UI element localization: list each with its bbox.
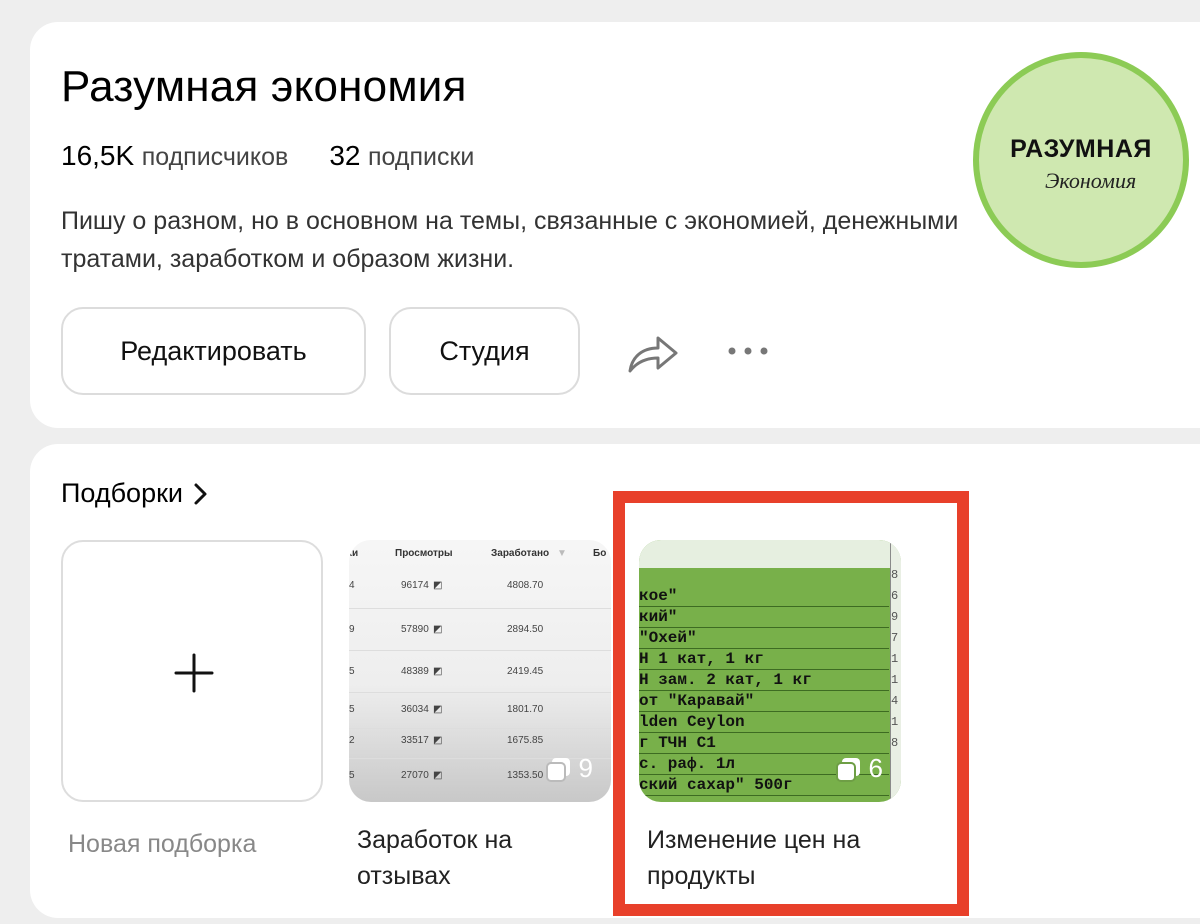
thumb-cell: 57890 xyxy=(401,624,429,635)
thumb-line: Н 1 кат, 1 кг xyxy=(639,649,889,670)
studio-button[interactable]: Студия xyxy=(389,307,580,395)
thumb-side-cell: 7 xyxy=(891,631,899,645)
collections-heading: Подборки xyxy=(61,478,183,508)
thumb-cell: 1675.85 xyxy=(507,735,544,746)
collection-tile-earnings[interactable]: ки Просмотры Заработано ▼ Бо 4 96174 ◩ 4… xyxy=(349,540,611,802)
thumb-cell: 36034 xyxy=(401,704,429,715)
thumb-side-cell: 1 xyxy=(891,673,899,687)
thumb-cell: 33517 xyxy=(401,735,429,746)
thumb-side-cell: 8 xyxy=(891,568,899,582)
subscriptions-label: подписки xyxy=(368,143,475,171)
thumb-line: от "Каравай" xyxy=(639,691,889,712)
channel-stats: 16,5K подписчиков 32 подписки xyxy=(61,140,474,172)
thumb-cell: 1353.50 xyxy=(507,770,544,781)
collections-card: Подборки Новая подборка ки Просмотры Зар… xyxy=(30,444,1200,918)
collections-heading-link[interactable]: Подборки xyxy=(61,478,209,509)
thumb-header-earned: Заработано xyxy=(491,548,550,559)
edit-button[interactable]: Редактировать xyxy=(61,307,366,395)
thumb-side-cell: 8 xyxy=(891,736,899,750)
subscribers-label: подписчиков xyxy=(141,143,289,171)
channel-avatar[interactable]: РАЗУМНАЯ Экономия xyxy=(973,52,1189,268)
thumb-line: г ТЧН С1 xyxy=(639,733,889,754)
collection-count: 6 xyxy=(868,753,883,783)
channel-header-card: Разумная экономия 16,5K подписчиков 32 п… xyxy=(30,22,1200,428)
new-collection-label: Новая подборка xyxy=(68,830,257,858)
chevron-right-icon xyxy=(194,483,207,504)
new-collection-tile[interactable] xyxy=(61,540,323,802)
thumb-line: "Охей" xyxy=(639,628,889,649)
thumb-line: lden Ceylon xyxy=(639,712,889,733)
more-dots-icon xyxy=(728,347,768,355)
collection-count-badge: 9 xyxy=(545,753,593,784)
plus-icon xyxy=(174,653,214,693)
share-button[interactable] xyxy=(620,327,682,377)
thumb-header-views: Просмотры xyxy=(395,548,453,559)
thumb-cell: 1801.70 xyxy=(507,704,544,715)
thumb-cell: 2894.50 xyxy=(507,624,544,635)
channel-title: Разумная экономия xyxy=(61,62,467,111)
thumb-cell: 27070 xyxy=(401,770,429,781)
collection-title-earnings[interactable]: Заработок на отзывах xyxy=(357,822,587,894)
thumb-cell: 96174 xyxy=(401,580,429,591)
thumb-line: кое" xyxy=(639,586,889,607)
stack-icon xyxy=(835,757,860,782)
thumb-cell: 4808.70 xyxy=(507,580,544,591)
stack-icon xyxy=(545,757,570,782)
thumb-line: Н зам. 2 кат, 1 кг xyxy=(639,670,889,691)
thumb-side-cell: 1 xyxy=(891,715,899,729)
collection-title-prices[interactable]: Изменение цен на продукты xyxy=(647,822,907,894)
thumb-side-cell: 1 xyxy=(891,652,899,666)
thumb-side-cell: 6 xyxy=(891,589,899,603)
thumb-header-more: Бо xyxy=(593,548,607,559)
subscribers-count: 16,5K xyxy=(61,140,135,171)
collection-tile-prices[interactable]: кое" кий" "Охей" Н 1 кат, 1 кг Н зам. 2 … xyxy=(639,540,901,802)
collection-count: 9 xyxy=(578,753,593,783)
thumb-side-cell: 4 xyxy=(891,694,899,708)
more-options-button[interactable] xyxy=(723,337,773,367)
channel-description: Пишу о разном, но в основном на темы, св… xyxy=(61,207,959,273)
collection-count-badge: 6 xyxy=(835,753,883,784)
thumb-side-cell: 9 xyxy=(891,610,899,624)
share-icon xyxy=(628,336,678,373)
thumb-cell: 48389 xyxy=(401,666,429,677)
avatar-logo-main: РАЗУМНАЯ xyxy=(1010,135,1152,163)
subscriptions-count: 32 xyxy=(329,140,361,171)
thumb-cell: 2419.45 xyxy=(507,666,544,677)
thumb-line: кий" xyxy=(639,607,889,628)
avatar-logo-sub: Экономия xyxy=(1045,168,1137,193)
